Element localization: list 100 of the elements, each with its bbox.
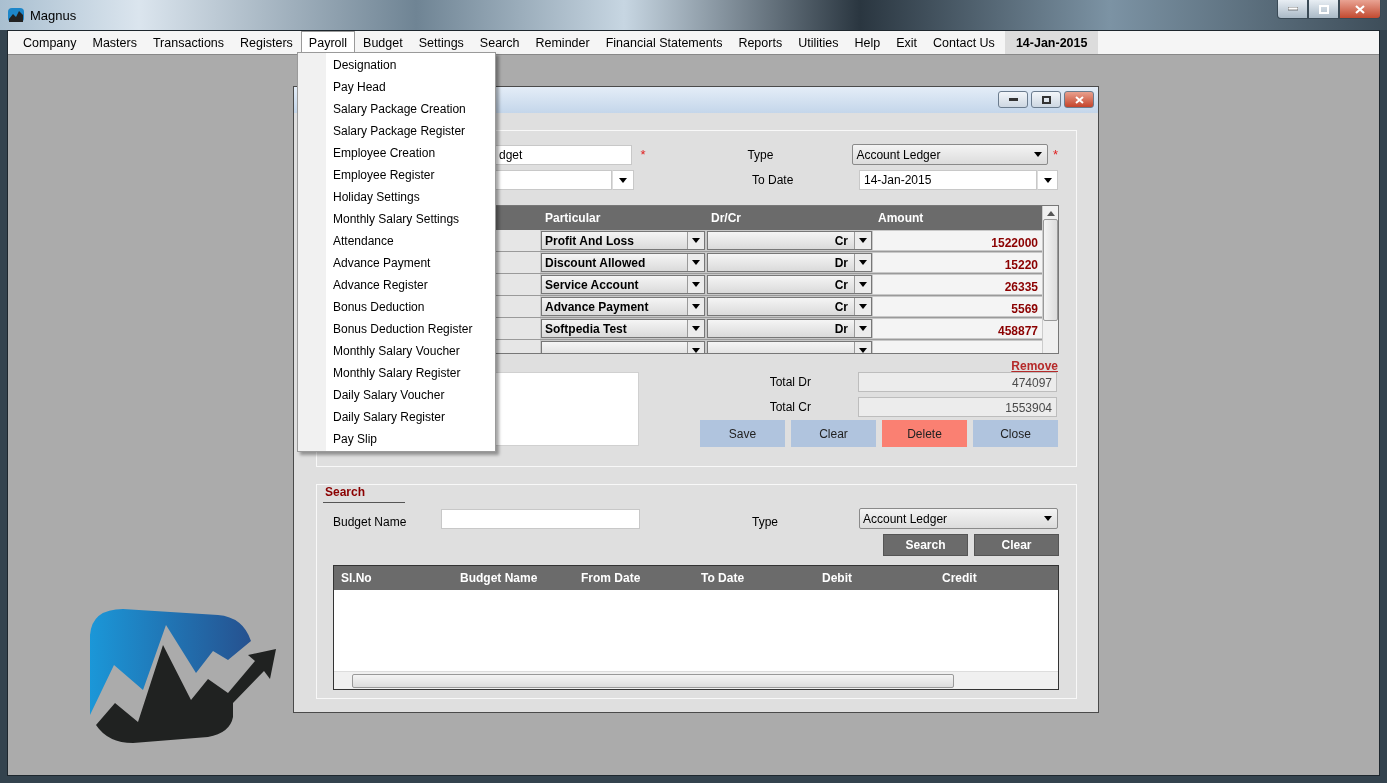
close-button[interactable]: Close (973, 420, 1058, 447)
dr-cr-dropdown[interactable]: Dr (707, 319, 872, 338)
menu-item[interactable]: Search (471, 31, 528, 54)
date-dropdown-button[interactable] (612, 170, 634, 190)
type-dropdown[interactable]: Account Ledger (852, 144, 1048, 165)
particular-dropdown[interactable]: Profit And Loss (541, 231, 705, 250)
menu-item[interactable]: Monthly Salary Register (298, 362, 495, 384)
dr-cr-dropdown[interactable]: Dr (707, 253, 872, 272)
total-cr-field: 1553904 (858, 397, 1057, 417)
minimize-icon (1008, 98, 1018, 101)
amount-cell: 15220 (873, 253, 1042, 272)
menu-item[interactable]: Bonus Deduction (298, 296, 495, 318)
budget-name-label: Budget Name (333, 515, 407, 529)
column-header: Debit (822, 571, 853, 585)
caret-icon (859, 326, 867, 331)
caret-icon (859, 348, 867, 353)
caret-icon (859, 238, 867, 243)
caret-icon (859, 304, 867, 309)
caret-icon (692, 348, 700, 353)
required-mark: * (640, 147, 646, 162)
type-label: Type (752, 515, 778, 529)
menu-item[interactable]: Utilities (790, 31, 847, 54)
menu-item[interactable]: Settings (410, 31, 472, 54)
date-dropdown-button[interactable] (1037, 170, 1058, 190)
menu-item[interactable]: Advance Payment (298, 252, 495, 274)
menu-item[interactable]: Company (15, 31, 85, 54)
menu-item[interactable]: Reports (730, 31, 791, 54)
menu-item[interactable]: Holiday Settings (298, 186, 495, 208)
menu-item[interactable]: Contact Us (925, 31, 1003, 54)
close-button[interactable] (1064, 91, 1094, 108)
vertical-scrollbar[interactable] (1042, 206, 1058, 353)
section-title: Search (323, 485, 405, 503)
search-button[interactable]: Search (883, 534, 968, 556)
minimize-icon (1287, 7, 1298, 11)
caret-icon (692, 326, 700, 331)
dr-cr-dropdown[interactable]: Cr (707, 297, 872, 316)
menu-item[interactable]: Salary Package Register (298, 120, 495, 142)
caret-icon (1044, 516, 1052, 521)
required-mark: * (1052, 147, 1058, 162)
save-button[interactable]: Save (700, 420, 785, 447)
caret-icon (692, 282, 700, 287)
menu-item[interactable]: Employee Register (298, 164, 495, 186)
close-button[interactable] (1339, 0, 1381, 19)
column-header: Budget Name (460, 571, 539, 585)
menu-item[interactable]: Registers (232, 31, 301, 54)
menu-item[interactable]: Advance Register (298, 274, 495, 296)
column-header: Particular (544, 211, 602, 225)
column-header: From Date (581, 571, 642, 585)
maximize-button[interactable] (1308, 0, 1339, 19)
menu-item[interactable]: Transactions (144, 31, 233, 54)
amount-cell: 26335 (873, 275, 1042, 294)
budget-name-field[interactable] (441, 508, 640, 529)
particular-dropdown[interactable]: Advance Payment (541, 297, 705, 316)
type-dropdown[interactable]: Account Ledger (859, 508, 1058, 529)
column-header: Dr/Cr (710, 211, 742, 225)
total-cr-label: Total Cr (768, 400, 811, 414)
menu-item[interactable]: Pay Slip (298, 428, 495, 450)
to-date-field[interactable]: 14-Jan-2015 (859, 170, 1037, 190)
menu-item[interactable]: Exit (888, 31, 926, 54)
dr-cr-dropdown[interactable]: Cr (707, 231, 872, 250)
menu-item[interactable]: Pay Head (298, 76, 495, 98)
delete-button[interactable]: Delete (882, 420, 967, 447)
menu-item[interactable]: Monthly Salary Voucher (298, 340, 495, 362)
particular-dropdown[interactable]: Service Account (541, 275, 705, 294)
menu-item[interactable]: Daily Salary Voucher (298, 384, 495, 406)
clear-button[interactable]: Clear (974, 534, 1059, 556)
menu-item[interactable]: Masters (84, 31, 145, 54)
maximize-icon (1041, 95, 1051, 104)
menu-item[interactable]: Designation (298, 54, 495, 76)
clear-button[interactable]: Clear (791, 420, 876, 447)
menu-item[interactable]: Monthly Salary Settings (298, 208, 495, 230)
close-icon (1355, 4, 1365, 14)
particular-dropdown[interactable]: Discount Allowed (541, 253, 705, 272)
amount-cell: 1522000 (873, 231, 1042, 250)
menu-item[interactable]: Salary Package Creation (298, 98, 495, 120)
app-icon (8, 7, 24, 23)
menu-item[interactable]: Financial Statements (597, 31, 731, 54)
menu-item[interactable]: Daily Salary Register (298, 406, 495, 428)
column-header: To Date (701, 571, 746, 585)
minimize-button[interactable] (1277, 0, 1308, 19)
dr-cr-dropdown[interactable]: Cr (707, 275, 872, 294)
particular-dropdown[interactable]: Softpedia Test (541, 319, 705, 338)
menu-item[interactable]: Attendance (298, 230, 495, 252)
scroll-up-arrow-icon[interactable] (1046, 211, 1055, 216)
menu-item[interactable]: Payroll (300, 31, 356, 54)
caret-icon (692, 238, 700, 243)
horizontal-scrollbar[interactable] (334, 671, 1058, 689)
maximize-button[interactable] (1031, 91, 1061, 108)
caret-icon (1033, 152, 1042, 157)
caret-icon (692, 260, 700, 265)
menu-item[interactable]: Budget (355, 31, 411, 54)
menu-item[interactable]: Bonus Deduction Register (298, 318, 495, 340)
date-label: 14-Jan-2015 (1004, 31, 1099, 54)
column-header: Amount (877, 211, 925, 225)
remove-link[interactable]: Remove (1011, 359, 1058, 373)
menu-item[interactable]: Help (846, 31, 889, 54)
menu-item[interactable]: Reminder (527, 31, 598, 54)
minimize-button[interactable] (998, 91, 1028, 108)
amount-cell: 458877 (873, 319, 1042, 338)
close-icon (1074, 95, 1084, 104)
